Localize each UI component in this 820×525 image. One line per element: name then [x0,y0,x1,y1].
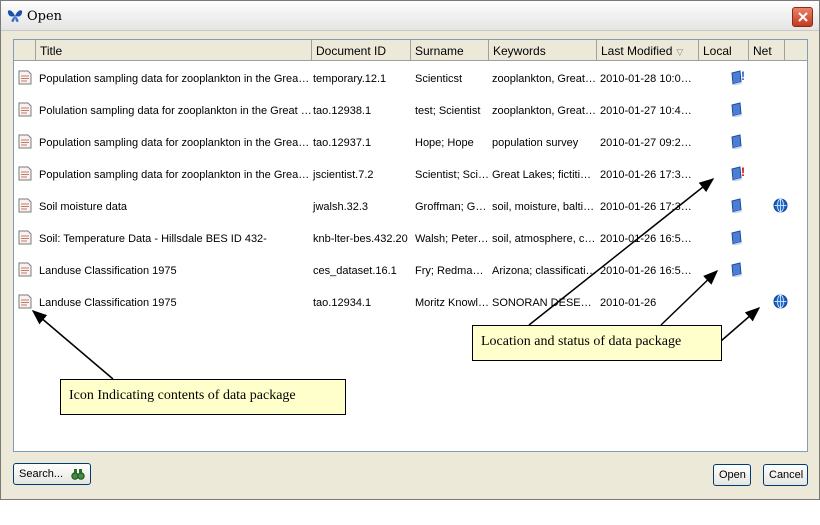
arrow-to-local-error [528,178,715,326]
cancel-button[interactable]: Cancel [763,464,808,486]
callout-icon-note: Icon Indicating contents of data package [60,379,346,415]
arrow-to-local-icon [660,269,719,326]
open-dialog: Open Title Document ID Surname Keywords … [0,0,820,500]
annotation-arrows [31,178,761,380]
arrow-to-net-icon [720,307,761,342]
search-button-label: Search... [19,468,64,480]
search-button[interactable]: Search... [13,463,91,485]
binoculars-icon [71,469,85,480]
callout-location-note: Location and status of data package [472,325,722,361]
arrow-to-doc-icon [31,310,114,380]
open-button[interactable]: Open [713,464,751,486]
